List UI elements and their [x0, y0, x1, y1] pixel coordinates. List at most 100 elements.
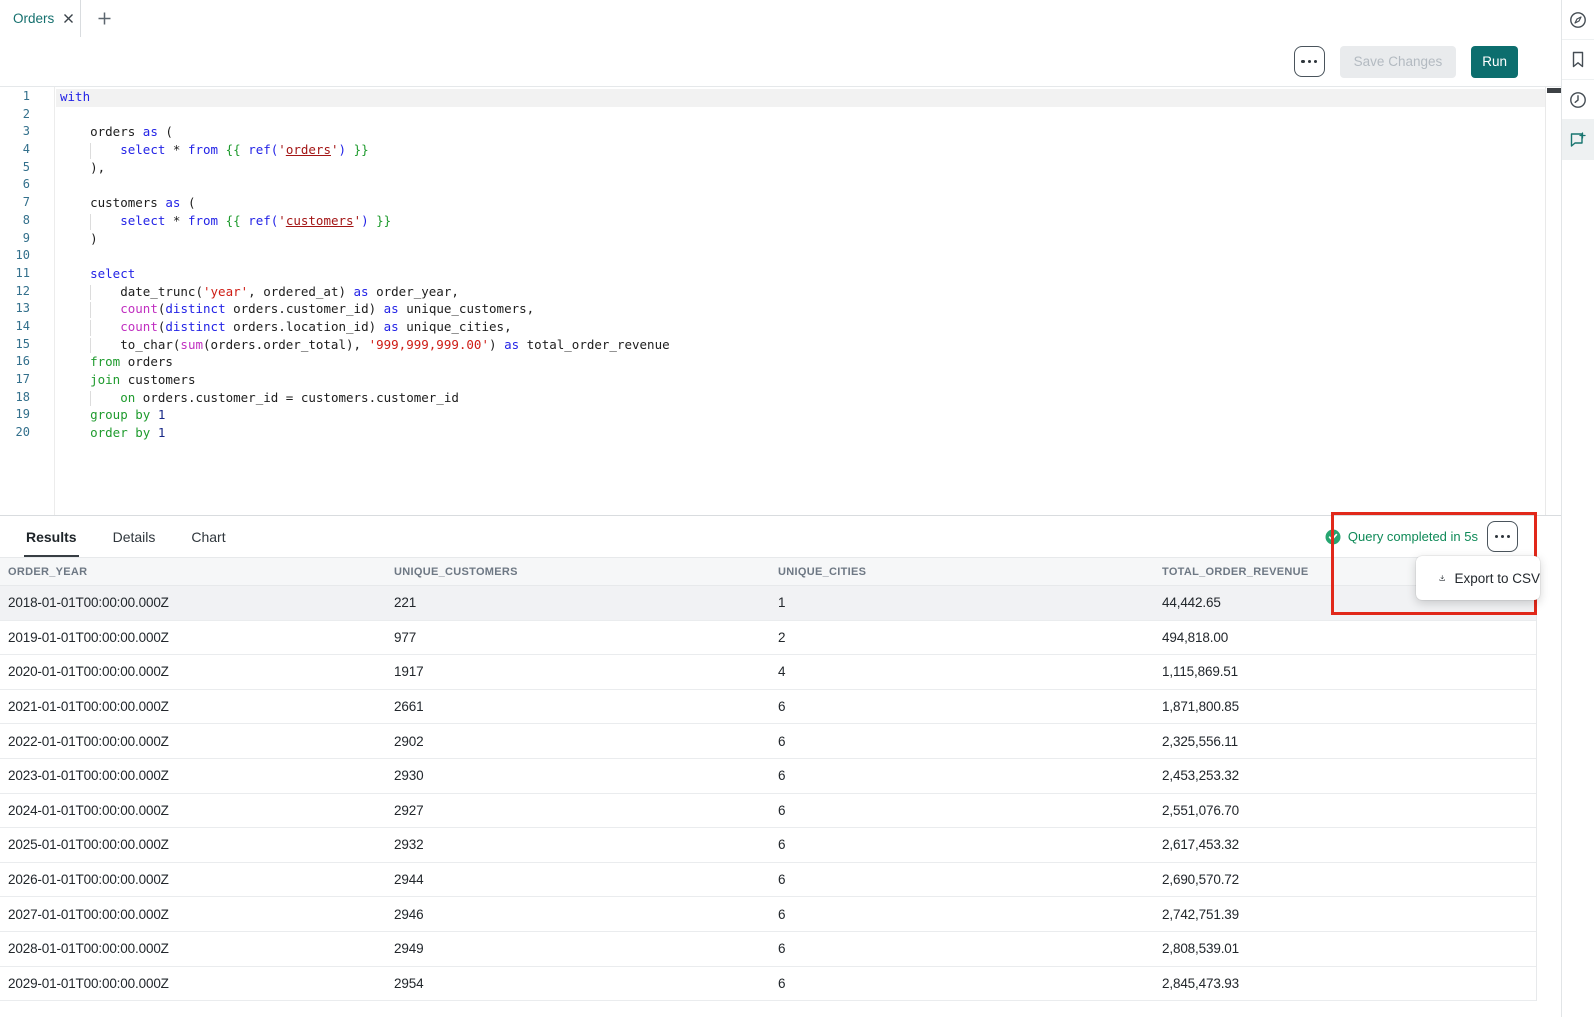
table-cell: 2902 — [394, 734, 778, 749]
results-more-button[interactable] — [1487, 521, 1518, 552]
line-number: 4 — [0, 142, 54, 160]
line-number: 14 — [0, 319, 54, 337]
results-tabs: Results Details Chart — [26, 516, 226, 557]
column-header: ORDER_YEAR — [8, 566, 394, 578]
table-cell: 6 — [778, 699, 1162, 714]
table-row[interactable]: 2028-01-01T00:00:00.000Z294962,808,539.0… — [0, 932, 1536, 967]
table-row[interactable]: 2026-01-01T00:00:00.000Z294462,690,570.7… — [0, 863, 1536, 898]
table-row[interactable]: 2027-01-01T00:00:00.000Z294662,742,751.3… — [0, 897, 1536, 932]
table-cell: 1,115,869.51 — [1162, 664, 1536, 679]
table-cell: 2025-01-01T00:00:00.000Z — [8, 837, 394, 852]
tab-results[interactable]: Results — [26, 516, 77, 557]
table-cell: 2,325,556.11 — [1162, 734, 1536, 749]
run-button[interactable]: Run — [1471, 46, 1518, 78]
code-line[interactable]: join customers — [56, 372, 1546, 390]
code-line[interactable] — [56, 107, 1546, 125]
code-line[interactable]: ) — [56, 231, 1546, 249]
table-cell: 2949 — [394, 941, 778, 956]
table-row[interactable]: 2024-01-01T00:00:00.000Z292762,551,076.7… — [0, 794, 1536, 829]
sidebar-item-history[interactable] — [1562, 80, 1594, 120]
table-cell: 2944 — [394, 872, 778, 887]
table-row[interactable]: 2018-01-01T00:00:00.000Z221144,442.65 — [0, 586, 1536, 621]
editor-scrollbar[interactable] — [1545, 87, 1561, 516]
sidebar-item-compass[interactable] — [1562, 0, 1594, 40]
table-cell: 6 — [778, 976, 1162, 991]
code-line[interactable]: ), — [56, 160, 1546, 178]
sidebar-item-feedback[interactable] — [1562, 120, 1594, 160]
code-line[interactable]: select — [56, 266, 1546, 284]
sql-editor[interactable]: 1234567891011121314151617181920 with ord… — [0, 86, 1561, 516]
table-cell: 494,818.00 — [1162, 630, 1536, 645]
table-cell: 2019-01-01T00:00:00.000Z — [8, 630, 394, 645]
code-line[interactable]: to_char(sum(orders.order_total), '999,99… — [56, 337, 1546, 355]
code-line[interactable]: select * from {{ ref('customers') }} — [56, 213, 1546, 231]
right-sidebar — [1561, 0, 1594, 1017]
line-number: 11 — [0, 266, 54, 284]
table-cell: 2946 — [394, 907, 778, 922]
new-tab-button[interactable] — [91, 5, 118, 32]
close-icon[interactable] — [63, 13, 74, 24]
table-cell: 2028-01-01T00:00:00.000Z — [8, 941, 394, 956]
code-line[interactable]: select * from {{ ref('orders') }} — [56, 142, 1546, 160]
code-lines: with orders as ( select * from {{ ref('o… — [56, 89, 1546, 443]
table-cell: 6 — [778, 907, 1162, 922]
code-line[interactable]: orders as ( — [56, 124, 1546, 142]
results-panel: Results Details Chart Query completed in… — [0, 515, 1561, 1017]
tab-chart[interactable]: Chart — [191, 516, 225, 557]
column-header: UNIQUE_CUSTOMERS — [394, 566, 778, 578]
tab-details[interactable]: Details — [113, 516, 156, 557]
code-line[interactable]: count(distinct orders.customer_id) as un… — [56, 301, 1546, 319]
export-to-csv-item[interactable]: Export to CSV — [1454, 571, 1540, 586]
tab-orders[interactable]: Orders — [0, 0, 81, 37]
table-cell: 2932 — [394, 837, 778, 852]
app-window: Orders Save Changes Run 1234567891011121… — [0, 0, 1594, 1017]
indent-guide — [90, 391, 91, 407]
code-line[interactable]: on orders.customer_id = customers.custom… — [56, 390, 1546, 408]
code-line[interactable]: from orders — [56, 354, 1546, 372]
table-row[interactable]: 2029-01-01T00:00:00.000Z295462,845,473.9… — [0, 967, 1536, 1002]
table-cell: 2,453,253.32 — [1162, 768, 1536, 783]
editor-scrollbar-thumb[interactable] — [1547, 88, 1561, 93]
column-header: UNIQUE_CITIES — [778, 566, 1162, 578]
table-cell: 2021-01-01T00:00:00.000Z — [8, 699, 394, 714]
table-row[interactable]: 2025-01-01T00:00:00.000Z293262,617,453.3… — [0, 828, 1536, 863]
table-row[interactable]: 2021-01-01T00:00:00.000Z266161,871,800.8… — [0, 690, 1536, 725]
editor-more-button[interactable] — [1294, 46, 1325, 77]
code-line[interactable]: group by 1 — [56, 407, 1546, 425]
code-line[interactable]: with — [56, 89, 1546, 107]
table-cell: 2,808,539.01 — [1162, 941, 1536, 956]
query-status-text: Query completed in 5s — [1348, 529, 1478, 544]
table-row[interactable]: 2019-01-01T00:00:00.000Z9772494,818.00 — [0, 621, 1536, 656]
tab-label: Orders — [13, 11, 54, 26]
code-line[interactable]: customers as ( — [56, 195, 1546, 213]
table-row[interactable]: 2022-01-01T00:00:00.000Z290262,325,556.1… — [0, 724, 1536, 759]
code-line[interactable]: order by 1 — [56, 425, 1546, 443]
save-changes-button[interactable]: Save Changes — [1340, 46, 1457, 78]
download-icon — [1439, 570, 1445, 586]
sidebar-item-bookmark[interactable] — [1562, 40, 1594, 80]
export-menu[interactable]: Export to CSV — [1416, 556, 1540, 600]
table-cell: 2 — [778, 630, 1162, 645]
line-number: 20 — [0, 425, 54, 443]
table-cell: 221 — [394, 595, 778, 610]
query-status-group: Query completed in 5s — [1325, 521, 1518, 552]
table-cell: 6 — [778, 941, 1162, 956]
line-number: 1 — [0, 89, 54, 107]
query-status: Query completed in 5s — [1325, 529, 1478, 545]
code-line[interactable]: count(distinct orders.location_id) as un… — [56, 319, 1546, 337]
code-line[interactable] — [56, 248, 1546, 266]
code-line[interactable] — [56, 177, 1546, 195]
code-line[interactable]: date_trunc('year', ordered_at) as order_… — [56, 284, 1546, 302]
line-number: 6 — [0, 177, 54, 195]
table-row[interactable]: 2020-01-01T00:00:00.000Z191741,115,869.5… — [0, 655, 1536, 690]
results-table-header: ORDER_YEARUNIQUE_CUSTOMERSUNIQUE_CITIEST… — [0, 557, 1537, 586]
table-cell: 6 — [778, 803, 1162, 818]
line-number: 7 — [0, 195, 54, 213]
table-row[interactable]: 2023-01-01T00:00:00.000Z293062,453,253.3… — [0, 759, 1536, 794]
line-number-gutter: 1234567891011121314151617181920 — [0, 87, 55, 516]
table-cell: 977 — [394, 630, 778, 645]
line-number: 13 — [0, 301, 54, 319]
history-icon — [1569, 91, 1587, 109]
table-cell: 6 — [778, 768, 1162, 783]
line-number: 19 — [0, 407, 54, 425]
